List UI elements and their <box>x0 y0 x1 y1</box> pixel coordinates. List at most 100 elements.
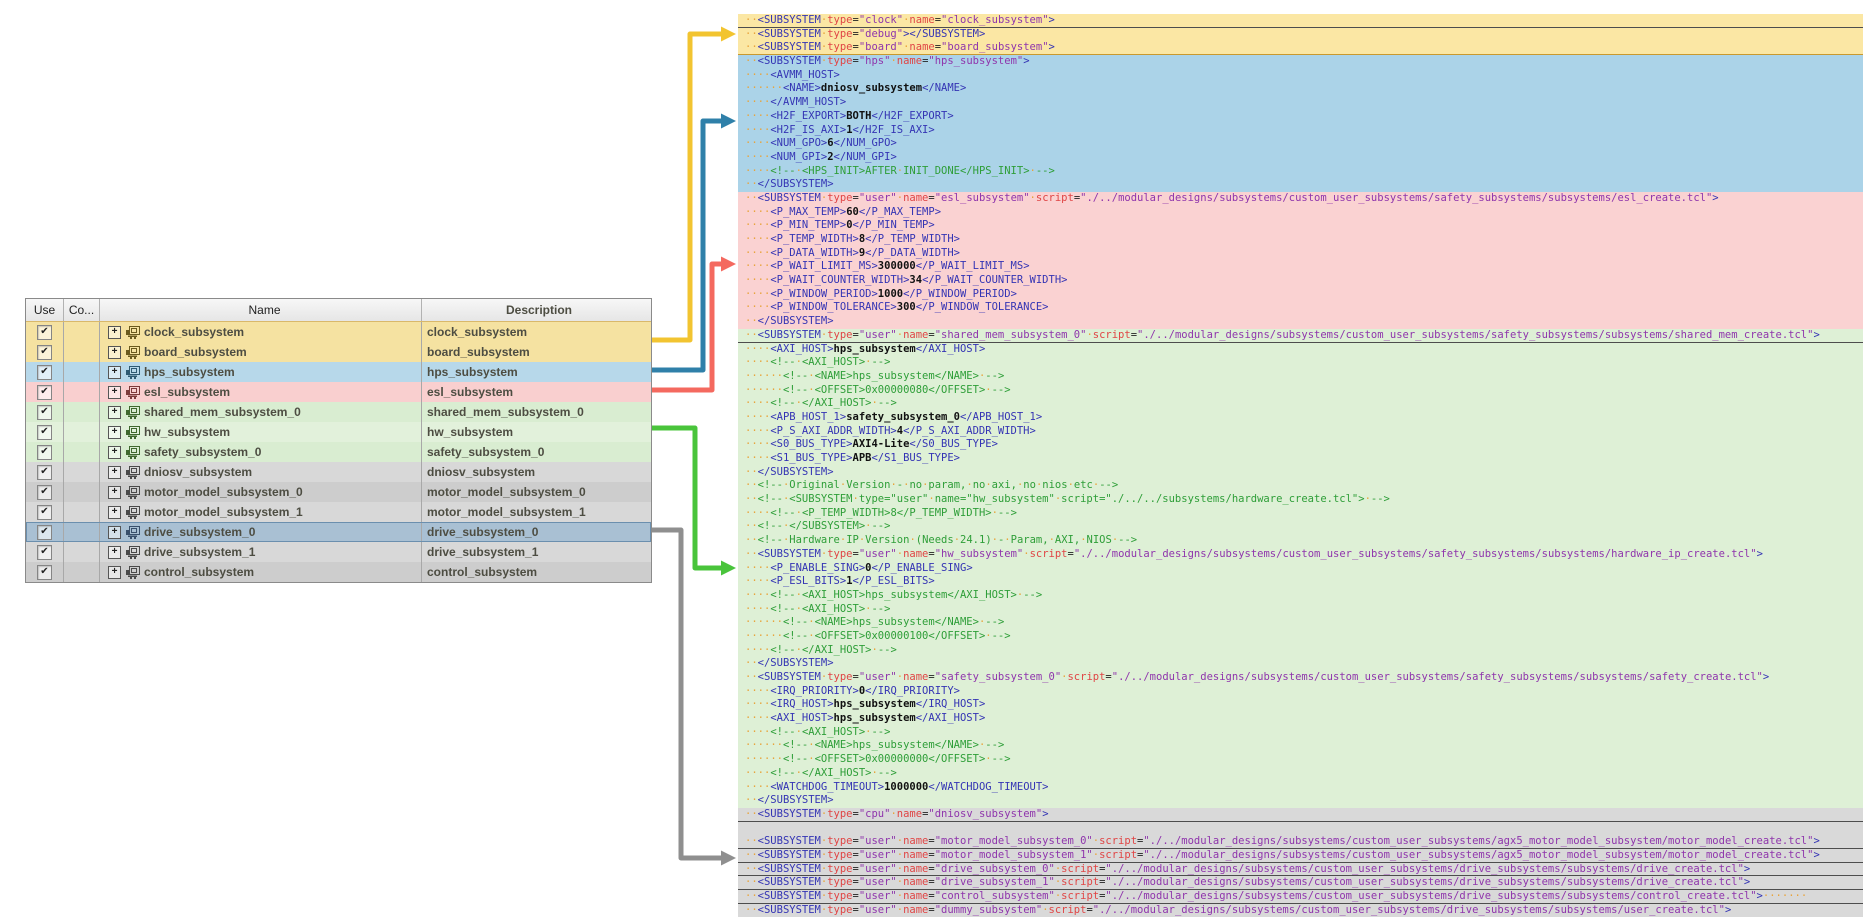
expand-icon[interactable]: + <box>108 426 121 439</box>
name-cell[interactable]: +shared_mem_subsystem_0 <box>100 402 422 422</box>
code-line[interactable]: ··<SUBSYSTEM·type="user"·name="shared_me… <box>738 329 1863 343</box>
column-header-use[interactable]: Use <box>26 299 64 321</box>
code-line[interactable]: ····<S0_BUS_TYPE>AXI4-Lite</S0_BUS_TYPE> <box>738 438 1863 452</box>
code-line[interactable]: ··</SUBSYSTEM> <box>738 657 1863 671</box>
use-checkbox[interactable]: ✔ <box>37 405 52 420</box>
code-line[interactable]: ····<!--·<P_TEMP_WIDTH>8</P_TEMP_WIDTH>·… <box>738 507 1863 521</box>
use-checkbox[interactable]: ✔ <box>37 485 52 500</box>
description-cell[interactable]: control_subsystem <box>422 562 651 582</box>
description-cell[interactable]: dniosv_subsystem <box>422 462 651 482</box>
expand-icon[interactable]: + <box>108 466 121 479</box>
code-line[interactable]: ··<SUBSYSTEM·type="clock"·name="clock_su… <box>738 14 1863 28</box>
use-checkbox[interactable]: ✔ <box>37 345 52 360</box>
code-line[interactable]: ····<!--·</AXI_HOST>·--> <box>738 397 1863 411</box>
description-cell[interactable]: hps_subsystem <box>422 362 651 382</box>
code-line[interactable]: ····<!--·<HPS_INIT>AFTER·INIT_DONE</HPS_… <box>738 165 1863 179</box>
use-checkbox[interactable]: ✔ <box>37 525 52 540</box>
name-cell[interactable]: +dniosv_subsystem <box>100 462 422 482</box>
code-line[interactable]: ··<SUBSYSTEM·type="board"·name="board_su… <box>738 41 1863 55</box>
name-cell[interactable]: +clock_subsystem <box>100 322 422 342</box>
column-header-name[interactable]: Name <box>100 299 422 321</box>
table-row-hw_subsystem[interactable]: ✔+hw_subsystemhw_subsystem <box>26 422 651 442</box>
description-cell[interactable]: safety_subsystem_0 <box>422 442 651 462</box>
code-line[interactable]: ······<!--·<NAME>hps_subsystem</NAME>·--… <box>738 739 1863 753</box>
description-cell[interactable]: drive_subsystem_0 <box>422 522 651 542</box>
expand-icon[interactable]: + <box>108 366 121 379</box>
expand-icon[interactable]: + <box>108 486 121 499</box>
use-checkbox[interactable]: ✔ <box>37 445 52 460</box>
name-cell[interactable]: +esl_subsystem <box>100 382 422 402</box>
code-line[interactable]: ····<P_TEMP_WIDTH>8</P_TEMP_WIDTH> <box>738 233 1863 247</box>
code-line[interactable]: ····<IRQ_PRIORITY>0</IRQ_PRIORITY> <box>738 685 1863 699</box>
code-line[interactable]: ····<S1_BUS_TYPE>APB</S1_BUS_TYPE> <box>738 452 1863 466</box>
column-header-connections[interactable]: Co... <box>64 299 100 321</box>
expand-icon[interactable]: + <box>108 326 121 339</box>
code-line[interactable]: ····<APB_HOST_1>safety_subsystem_0</APB_… <box>738 411 1863 425</box>
use-checkbox[interactable]: ✔ <box>37 385 52 400</box>
code-line[interactable]: ····<P_WINDOW_TOLERANCE>300</P_WINDOW_TO… <box>738 301 1863 315</box>
table-row-board_subsystem[interactable]: ✔+board_subsystemboard_subsystem <box>26 342 651 362</box>
table-row-motor_model_subsystem_0[interactable]: ✔+motor_model_subsystem_0motor_model_sub… <box>26 482 651 502</box>
code-line[interactable]: ····<P_WAIT_LIMIT_MS>300000</P_WAIT_LIMI… <box>738 260 1863 274</box>
expand-icon[interactable]: + <box>108 346 121 359</box>
code-line[interactable]: ··</SUBSYSTEM> <box>738 178 1863 192</box>
use-checkbox[interactable]: ✔ <box>37 325 52 340</box>
use-checkbox[interactable]: ✔ <box>37 545 52 560</box>
code-line[interactable]: ··</SUBSYSTEM> <box>738 466 1863 480</box>
code-line[interactable]: ····<!--·<AXI_HOST>hps_subsystem</AXI_HO… <box>738 589 1863 603</box>
code-line[interactable]: ······<NAME>dniosv_subsystem</NAME> <box>738 82 1863 96</box>
code-line[interactable]: ····<P_MIN_TEMP>0</P_MIN_TEMP> <box>738 219 1863 233</box>
name-cell[interactable]: +motor_model_subsystem_0 <box>100 482 422 502</box>
table-row-motor_model_subsystem_1[interactable]: ✔ +motor_model_subsystem_1motor_model_sub… <box>26 502 651 522</box>
expand-icon[interactable]: + <box>108 566 121 579</box>
expand-icon[interactable]: + <box>108 446 121 459</box>
table-row-control_subsystem[interactable]: ✔+control_subsystemcontrol_subsystem <box>26 562 651 582</box>
code-line[interactable]: ··<SUBSYSTEM·type="cpu"·name="dniosv_sub… <box>738 808 1863 822</box>
code-line[interactable]: ··<!--·Hardware·IP·Version·(Needs·24.1)·… <box>738 534 1863 548</box>
name-cell[interactable]: +drive_subsystem_0 <box>100 522 422 542</box>
code-line[interactable]: ····<P_MAX_TEMP>60</P_MAX_TEMP> <box>738 206 1863 220</box>
code-line[interactable]: ····<P_ESL_BITS>1</P_ESL_BITS> <box>738 575 1863 589</box>
code-line[interactable]: ··</SUBSYSTEM> <box>738 315 1863 329</box>
name-cell[interactable]: +drive_subsystem_1 <box>100 542 422 562</box>
code-line[interactable]: ····<AXI_HOST>hps_subsystem</AXI_HOST> <box>738 343 1863 357</box>
description-cell[interactable]: esl_subsystem <box>422 382 651 402</box>
use-checkbox[interactable]: ✔ <box>37 505 52 520</box>
table-row-clock_subsystem[interactable]: ✔+clock_subsystemclock_subsystem <box>26 322 651 342</box>
code-line[interactable]: ··<SUBSYSTEM·type="user"·name="esl_subsy… <box>738 192 1863 206</box>
code-line[interactable]: ····<P_WAIT_COUNTER_WIDTH>34</P_WAIT_COU… <box>738 274 1863 288</box>
code-line[interactable]: ··<SUBSYSTEM·type="user"·name="drive_sub… <box>738 876 1863 890</box>
code-line[interactable]: ··<SUBSYSTEM·type="user"·name="safety_su… <box>738 671 1863 685</box>
code-line[interactable]: ··<SUBSYSTEM·type="user"·name="motor_mod… <box>738 835 1863 849</box>
description-cell[interactable]: motor_model_subsystem_1 <box>422 502 651 522</box>
code-line[interactable]: ····<P_WINDOW_PERIOD>1000</P_WINDOW_PERI… <box>738 288 1863 302</box>
code-line[interactable]: ····<AVMM_HOST> <box>738 69 1863 83</box>
column-header-description[interactable]: Description <box>422 299 651 321</box>
expand-icon[interactable]: + <box>108 506 121 519</box>
code-line[interactable]: ····<!--·</AXI_HOST>·--> <box>738 767 1863 781</box>
code-line[interactable]: ····<H2F_EXPORT>BOTH</H2F_EXPORT> <box>738 110 1863 124</box>
code-line[interactable]: ····<WATCHDOG_TIMEOUT>1000000</WATCHDOG_… <box>738 781 1863 795</box>
expand-icon[interactable]: + <box>108 406 121 419</box>
expand-icon[interactable]: + <box>108 386 121 399</box>
code-line[interactable]: ··<SUBSYSTEM·type="user"·name="drive_sub… <box>738 863 1863 877</box>
expand-icon[interactable]: + <box>108 546 121 559</box>
use-checkbox[interactable]: ✔ <box>37 565 52 580</box>
name-cell[interactable]: +motor_model_subsystem_1 <box>100 502 422 522</box>
table-row-hps_subsystem[interactable]: ✔+hps_subsystemhps_subsystem <box>26 362 651 382</box>
table-row-drive_subsystem_0[interactable]: ✔ +drive_subsystem_0drive_subsystem_0 <box>26 522 651 542</box>
code-line[interactable]: ······<!--·<NAME>hps_subsystem</NAME>·--… <box>738 616 1863 630</box>
description-cell[interactable]: board_subsystem <box>422 342 651 362</box>
code-line[interactable]: ····<!--·<AXI_HOST>·--> <box>738 356 1863 370</box>
code-line[interactable]: ····<P_S_AXI_ADDR_WIDTH>4</P_S_AXI_ADDR_… <box>738 425 1863 439</box>
code-line[interactable]: ··<SUBSYSTEM·type="user"·name="dummy_sub… <box>738 904 1863 918</box>
use-checkbox[interactable]: ✔ <box>37 465 52 480</box>
code-line[interactable]: ··<!--·</SUBSYSTEM>·--> <box>738 520 1863 534</box>
code-line[interactable] <box>738 822 1863 836</box>
table-row-safety_subsystem_0[interactable]: ✔+safety_subsystem_0safety_subsystem_0 <box>26 442 651 462</box>
code-line[interactable]: ····</AVMM_HOST> <box>738 96 1863 110</box>
code-line[interactable]: ··<SUBSYSTEM·type="user"·name="motor_mod… <box>738 849 1863 863</box>
code-line[interactable]: ······<!--·<NAME>hps_subsystem</NAME>·--… <box>738 370 1863 384</box>
description-cell[interactable]: hw_subsystem <box>422 422 651 442</box>
code-line[interactable]: ····<!--·</AXI_HOST>·--> <box>738 644 1863 658</box>
